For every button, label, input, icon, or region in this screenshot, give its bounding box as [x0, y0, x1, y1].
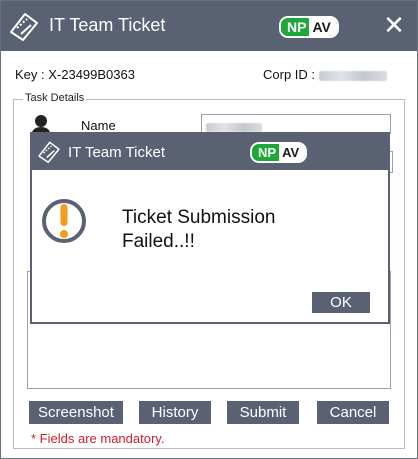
dialog-message-line1: Ticket Submission	[122, 207, 276, 228]
dialog-title: IT Team Ticket	[68, 144, 165, 161]
name-field[interactable]	[201, 114, 391, 134]
dialog-message-line2: Failed..!!	[122, 231, 195, 252]
corp-id-label: Corp ID :	[263, 67, 316, 82]
dialog-message: Ticket Submission Failed..!!	[122, 206, 352, 254]
window-titlebar: IT Team Ticket NP AV ✕	[1, 1, 417, 51]
ticket-icon	[38, 141, 60, 163]
dialog-titlebar: IT Team Ticket NP AV	[32, 134, 388, 170]
error-dialog: IT Team Ticket NP AV Ticket Submission F…	[30, 132, 390, 324]
warning-icon	[42, 199, 86, 243]
window-title: IT Team Ticket	[49, 15, 166, 35]
npav-av: AV	[279, 144, 306, 161]
screenshot-button[interactable]: Screenshot	[29, 401, 123, 424]
npav-logo: NP AV	[250, 142, 308, 163]
npav-np: NP	[252, 144, 280, 161]
corp-id-value-redacted	[318, 70, 387, 81]
npav-av: AV	[309, 18, 337, 36]
ok-button[interactable]: OK	[312, 292, 370, 313]
task-details-legend: Task Details	[23, 92, 87, 104]
history-button[interactable]: History	[139, 401, 211, 424]
close-icon[interactable]: ✕	[383, 12, 405, 38]
submit-button[interactable]: Submit	[227, 401, 299, 424]
ticket-key: Key : X-23499B0363	[15, 67, 135, 82]
npav-np: NP	[281, 18, 310, 36]
ticket-icon	[10, 13, 38, 41]
corp-id: Corp ID :	[263, 67, 387, 82]
name-label: Name	[81, 118, 116, 133]
cancel-button[interactable]: Cancel	[317, 401, 389, 424]
mandatory-note: * Fields are mandatory.	[31, 431, 165, 446]
dialog-body: Ticket Submission Failed..!! OK	[32, 170, 388, 322]
name-value-redacted	[206, 123, 262, 133]
npav-logo: NP AV	[279, 16, 339, 38]
